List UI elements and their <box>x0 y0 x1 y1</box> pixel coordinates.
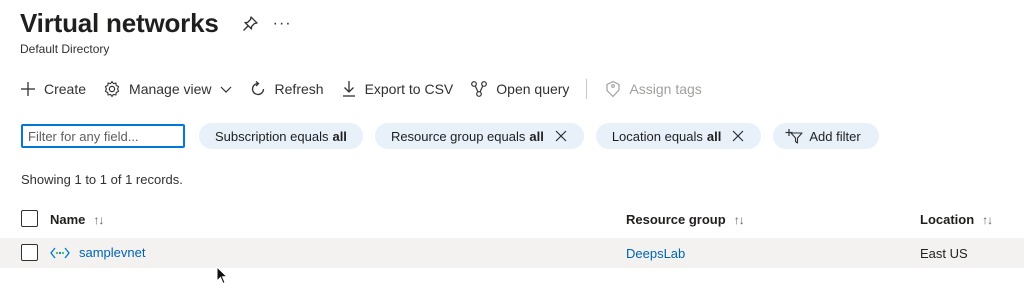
select-all-checkbox[interactable] <box>21 210 38 227</box>
filter-input[interactable] <box>21 124 185 148</box>
table-row[interactable]: samplevnet DeepsLab East US <box>0 238 1024 268</box>
command-bar: Create Manage view Refresh Export to CSV… <box>20 78 719 100</box>
resources-table: Name ↑↓ Resource group ↑↓ Location ↑↓ sa… <box>0 206 1024 268</box>
manage-view-label: Manage view <box>129 81 212 97</box>
refresh-button[interactable]: Refresh <box>249 80 324 98</box>
more-options-button[interactable]: ··· <box>273 15 292 33</box>
subscription-filter-value: all <box>332 128 347 144</box>
location-filter-pill[interactable]: Location equals all <box>595 123 762 149</box>
toolbar-divider <box>586 79 588 99</box>
export-csv-label: Export to CSV <box>364 81 454 97</box>
table-header: Name ↑↓ Resource group ↑↓ Location ↑↓ <box>20 206 1024 234</box>
sort-icon[interactable]: ↑↓ <box>93 213 104 227</box>
column-header-name[interactable]: Name ↑↓ <box>50 212 104 227</box>
column-header-location[interactable]: Location ↑↓ <box>920 212 993 227</box>
filter-bar: Subscription equals all Resource group e… <box>21 123 879 149</box>
mouse-cursor-icon <box>216 265 229 291</box>
open-query-label: Open query <box>496 81 570 97</box>
add-filter-label: Add filter <box>809 128 861 144</box>
assign-tags-label: Assign tags <box>629 81 702 97</box>
add-filter-button[interactable]: Add filter <box>773 123 879 149</box>
close-icon[interactable] <box>554 129 568 143</box>
refresh-label: Refresh <box>274 81 324 97</box>
page-header: Virtual networks ··· Default Directory <box>20 8 292 56</box>
location-filter-value: all <box>706 128 722 144</box>
plus-icon <box>21 82 35 96</box>
add-filter-icon <box>785 128 803 144</box>
name-cell: samplevnet <box>50 245 145 260</box>
gear-icon <box>104 80 120 98</box>
manage-view-button[interactable]: Manage view <box>103 80 232 98</box>
sort-icon[interactable]: ↑↓ <box>734 213 745 227</box>
refresh-icon <box>251 80 264 96</box>
open-query-button[interactable]: Open query <box>470 80 569 98</box>
resource-group-filter-pill[interactable]: Resource group equals all <box>374 123 584 149</box>
sort-icon[interactable]: ↑↓ <box>982 213 993 227</box>
resource-group-filter-value: all <box>529 128 544 144</box>
vnet-icon <box>50 246 70 260</box>
create-label: Create <box>44 81 87 97</box>
resource-group-cell: DeepsLab <box>626 246 685 261</box>
location-filter-label: Location equals <box>611 128 703 144</box>
resource-group-filter-label: Resource group equals <box>390 128 526 144</box>
location-cell: East US <box>920 246 968 261</box>
create-button[interactable]: Create <box>20 81 86 97</box>
page-subtitle: Default Directory <box>20 42 110 56</box>
download-icon <box>342 81 355 97</box>
export-csv-button[interactable]: Export to CSV <box>341 80 454 98</box>
column-label: Location <box>920 212 975 227</box>
close-icon[interactable] <box>731 129 745 143</box>
subscription-filter-label: Subscription equals <box>215 128 329 144</box>
subscription-filter-pill[interactable]: Subscription equals all <box>199 123 363 149</box>
query-icon <box>471 81 488 97</box>
assign-tags-button[interactable]: Assign tags <box>605 80 702 98</box>
vnet-name-link[interactable]: samplevnet <box>79 245 145 260</box>
page-title: Virtual networks <box>20 8 219 38</box>
chevron-down-icon <box>220 86 231 93</box>
records-count: Showing 1 to 1 of 1 records. <box>21 172 183 187</box>
pin-icon[interactable] <box>241 15 259 33</box>
row-checkbox[interactable] <box>21 244 38 261</box>
tag-icon <box>606 80 621 98</box>
column-header-resource-group[interactable]: Resource group ↑↓ <box>626 212 745 227</box>
column-label: Resource group <box>626 212 726 227</box>
column-label: Name <box>50 212 86 227</box>
resource-group-link[interactable]: DeepsLab <box>626 246 685 261</box>
